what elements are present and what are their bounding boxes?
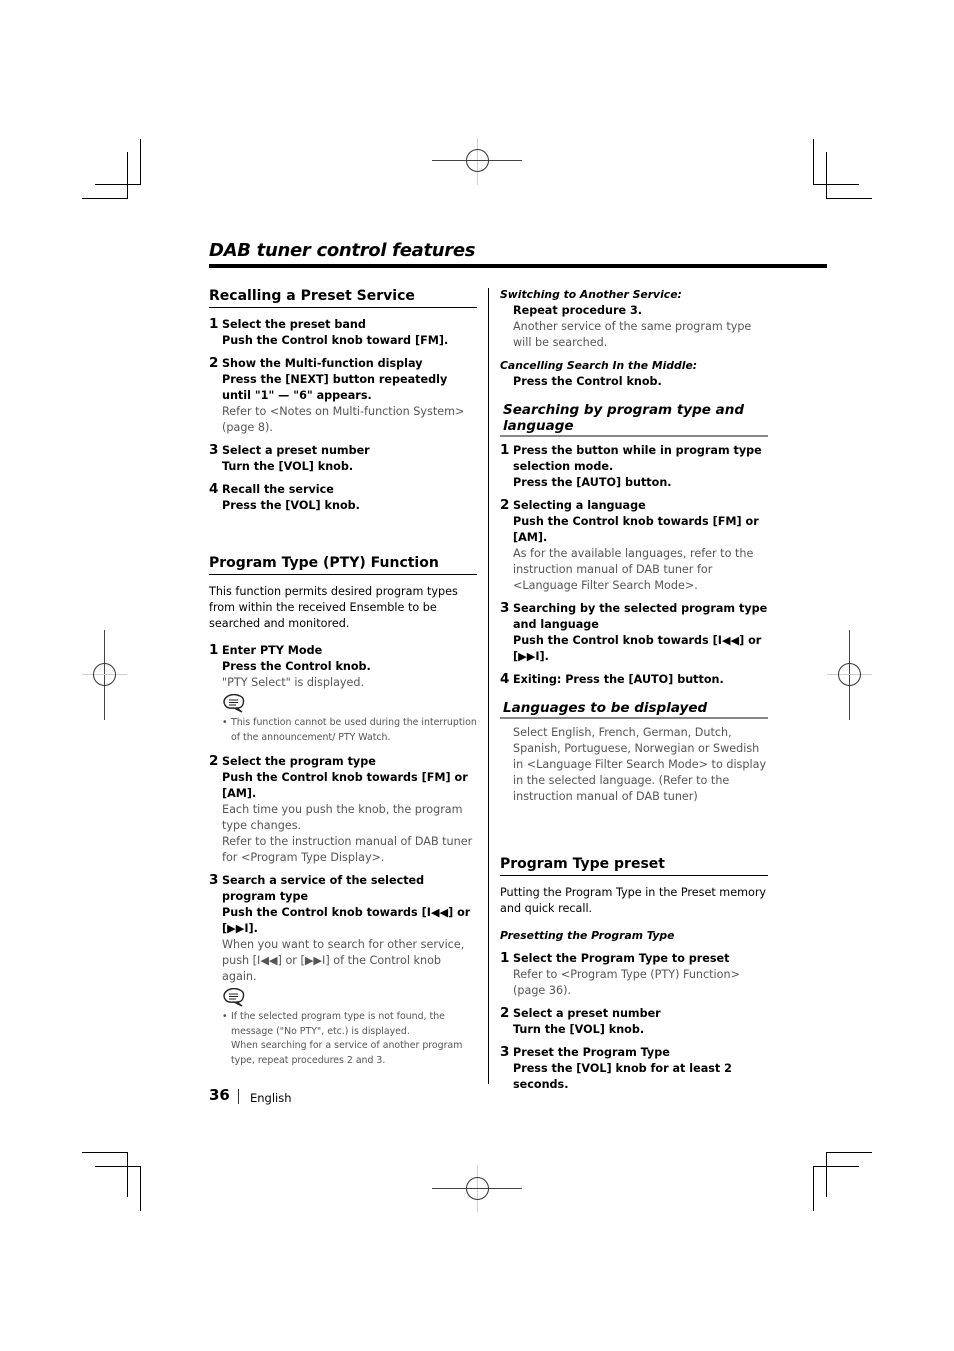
page-title: DAB tuner control features <box>209 240 476 261</box>
step: 1 Select the preset band Push the Contro… <box>209 316 477 349</box>
column-divider <box>488 288 489 1084</box>
section-pty-function: Program Type (PTY) Function This functio… <box>209 554 477 1068</box>
step-title: Searching by the selected program type a… <box>513 602 768 631</box>
bullet: • <box>222 717 228 728</box>
step-number: 2 <box>500 1005 510 1021</box>
section-recalling-preset: Recalling a Preset Service 1 Select the … <box>209 287 477 514</box>
step-description: Refer to <Program Type (PTY) Function> (… <box>513 968 740 997</box>
step-description: When you want to search for other servic… <box>222 938 465 983</box>
step-number: 2 <box>209 753 219 769</box>
section-heading: Program Type (PTY) Function <box>209 554 477 575</box>
step: 4 Recall the service Press the [VOL] kno… <box>209 481 477 514</box>
step: 3 Select a preset number Turn the [VOL] … <box>209 442 477 475</box>
section-languages: Languages to be displayed Select English… <box>500 700 768 805</box>
step-action: Push the Control knob towards [FM] or [A… <box>513 515 759 544</box>
section-text: Select English, French, German, Dutch, S… <box>513 726 767 803</box>
left-column: Recalling a Preset Service 1 Select the … <box>209 287 477 1075</box>
note-icon <box>223 694 245 713</box>
step: 2 Select the program type Push the Contr… <box>209 753 477 866</box>
section-intro: Putting the Program Type in the Preset m… <box>500 886 767 915</box>
step: 2 Select a preset number Turn the [VOL] … <box>500 1005 768 1038</box>
step-action: Press the [NEXT] button repeatedly until… <box>222 373 448 402</box>
step-number: 2 <box>209 355 219 371</box>
step-description: As for the available languages, refer to… <box>513 547 754 592</box>
section-heading: Program Type preset <box>500 855 768 876</box>
step: 3 Searching by the selected program type… <box>500 600 768 665</box>
step-action: Turn the [VOL] knob. <box>222 460 354 473</box>
subheading: Presetting the Program Type <box>500 929 675 942</box>
step-title: Select the program type <box>222 755 376 768</box>
step-action: Press the [VOL] knob for at least 2 seco… <box>513 1062 732 1091</box>
step-number: 3 <box>209 442 219 458</box>
step-number: 1 <box>209 642 219 658</box>
step-title: Show the Multi-function display <box>222 357 423 370</box>
note-text: This function cannot be used during the … <box>231 717 477 743</box>
step-number: 1 <box>500 950 510 966</box>
subheading: Cancelling Search In the Middle: <box>500 359 698 372</box>
step-action: Press the [VOL] knob. <box>222 499 360 512</box>
section-heading: Recalling a Preset Service <box>209 287 477 308</box>
step-title: Recall the service <box>222 483 334 496</box>
step-title: Exiting: Press the [AUTO] button. <box>513 673 724 686</box>
step-action: Push the Control knob towards [I◀◀] or [… <box>222 906 471 935</box>
right-column: Switching to Another Service: Repeat pro… <box>500 287 768 1100</box>
step-title: Enter PTY Mode <box>222 644 323 657</box>
step-number: 3 <box>209 872 219 888</box>
step-title: Select a preset number <box>513 1007 661 1020</box>
step-action: Push the Control knob toward [FM]. <box>222 334 449 347</box>
footer-language: English <box>250 1091 292 1105</box>
note-item: • This function cannot be used during th… <box>222 716 477 745</box>
cancelling-search: Cancelling Search In the Middle: Press t… <box>500 358 768 390</box>
step-title: Select the preset band <box>222 318 366 331</box>
step: 4 Exiting: Press the [AUTO] button. <box>500 671 768 688</box>
section-heading: Languages to be displayed <box>500 700 768 719</box>
step-number: 1 <box>500 442 510 458</box>
step-title: Select a preset number <box>222 444 370 457</box>
step-number: 4 <box>500 671 510 687</box>
step-title: Search a service of the selected program… <box>222 874 425 903</box>
section-program-type-preset: Program Type preset Putting the Program … <box>500 855 768 1093</box>
note-item: • If the selected program type is not fo… <box>222 1010 477 1068</box>
switching-service: Switching to Another Service: Repeat pro… <box>500 287 768 351</box>
step-action: Press the Control knob. <box>222 660 371 673</box>
step-number: 1 <box>209 316 219 332</box>
note-text: If the selected program type is not foun… <box>231 1011 445 1037</box>
step-number: 2 <box>500 497 510 513</box>
section-heading: Searching by program type and language <box>500 402 768 437</box>
step: 2 Show the Multi-function display Press … <box>209 355 477 436</box>
step-description: Refer to <Notes on Multi-function System… <box>222 405 465 434</box>
note-text-2: When searching for a service of another … <box>231 1040 463 1066</box>
step-title: Preset the Program Type <box>513 1046 670 1059</box>
title-rule <box>209 264 827 268</box>
step: 3 Preset the Program Type Press the [VOL… <box>500 1044 768 1093</box>
step-number: 3 <box>500 600 510 616</box>
step-number: 4 <box>209 481 219 497</box>
step-title: Selecting a language <box>513 499 646 512</box>
step-title: Press the button while in program type s… <box>513 444 762 473</box>
step: 1 Enter PTY Mode Press the Control knob.… <box>209 642 477 745</box>
subheading: Switching to Another Service: <box>500 288 682 301</box>
step-number: 3 <box>500 1044 510 1060</box>
footer-separator <box>238 1089 239 1104</box>
step: 2 Selecting a language Push the Control … <box>500 497 768 594</box>
note-icon <box>223 988 245 1007</box>
section-search-by-language: Searching by program type and language 1… <box>500 402 768 688</box>
step-action: Press the [AUTO] button. <box>513 476 672 489</box>
step-description: Each time you push the knob, the program… <box>222 803 463 832</box>
description-text: Another service of the same program type… <box>513 320 752 349</box>
section-intro: This function permits desired program ty… <box>209 585 458 630</box>
action-text: Repeat procedure 3. <box>513 304 643 317</box>
page-number: 36 <box>209 1086 230 1104</box>
bullet: • <box>222 1011 228 1022</box>
step-action: Turn the [VOL] knob. <box>513 1023 645 1036</box>
step-description: "PTY Select" is displayed. <box>222 676 365 689</box>
step-action: Push the Control knob towards [I◀◀] or [… <box>513 634 762 663</box>
action-text: Press the Control knob. <box>513 375 662 388</box>
step-action: Push the Control knob towards [FM] or [A… <box>222 771 468 800</box>
step: 1 Press the button while in program type… <box>500 442 768 491</box>
step: 1 Select the Program Type to preset Refe… <box>500 950 768 999</box>
step: 3 Search a service of the selected progr… <box>209 872 477 1068</box>
step-description-2: Refer to the instruction manual of DAB t… <box>222 835 473 864</box>
step-title: Select the Program Type to preset <box>513 952 730 965</box>
